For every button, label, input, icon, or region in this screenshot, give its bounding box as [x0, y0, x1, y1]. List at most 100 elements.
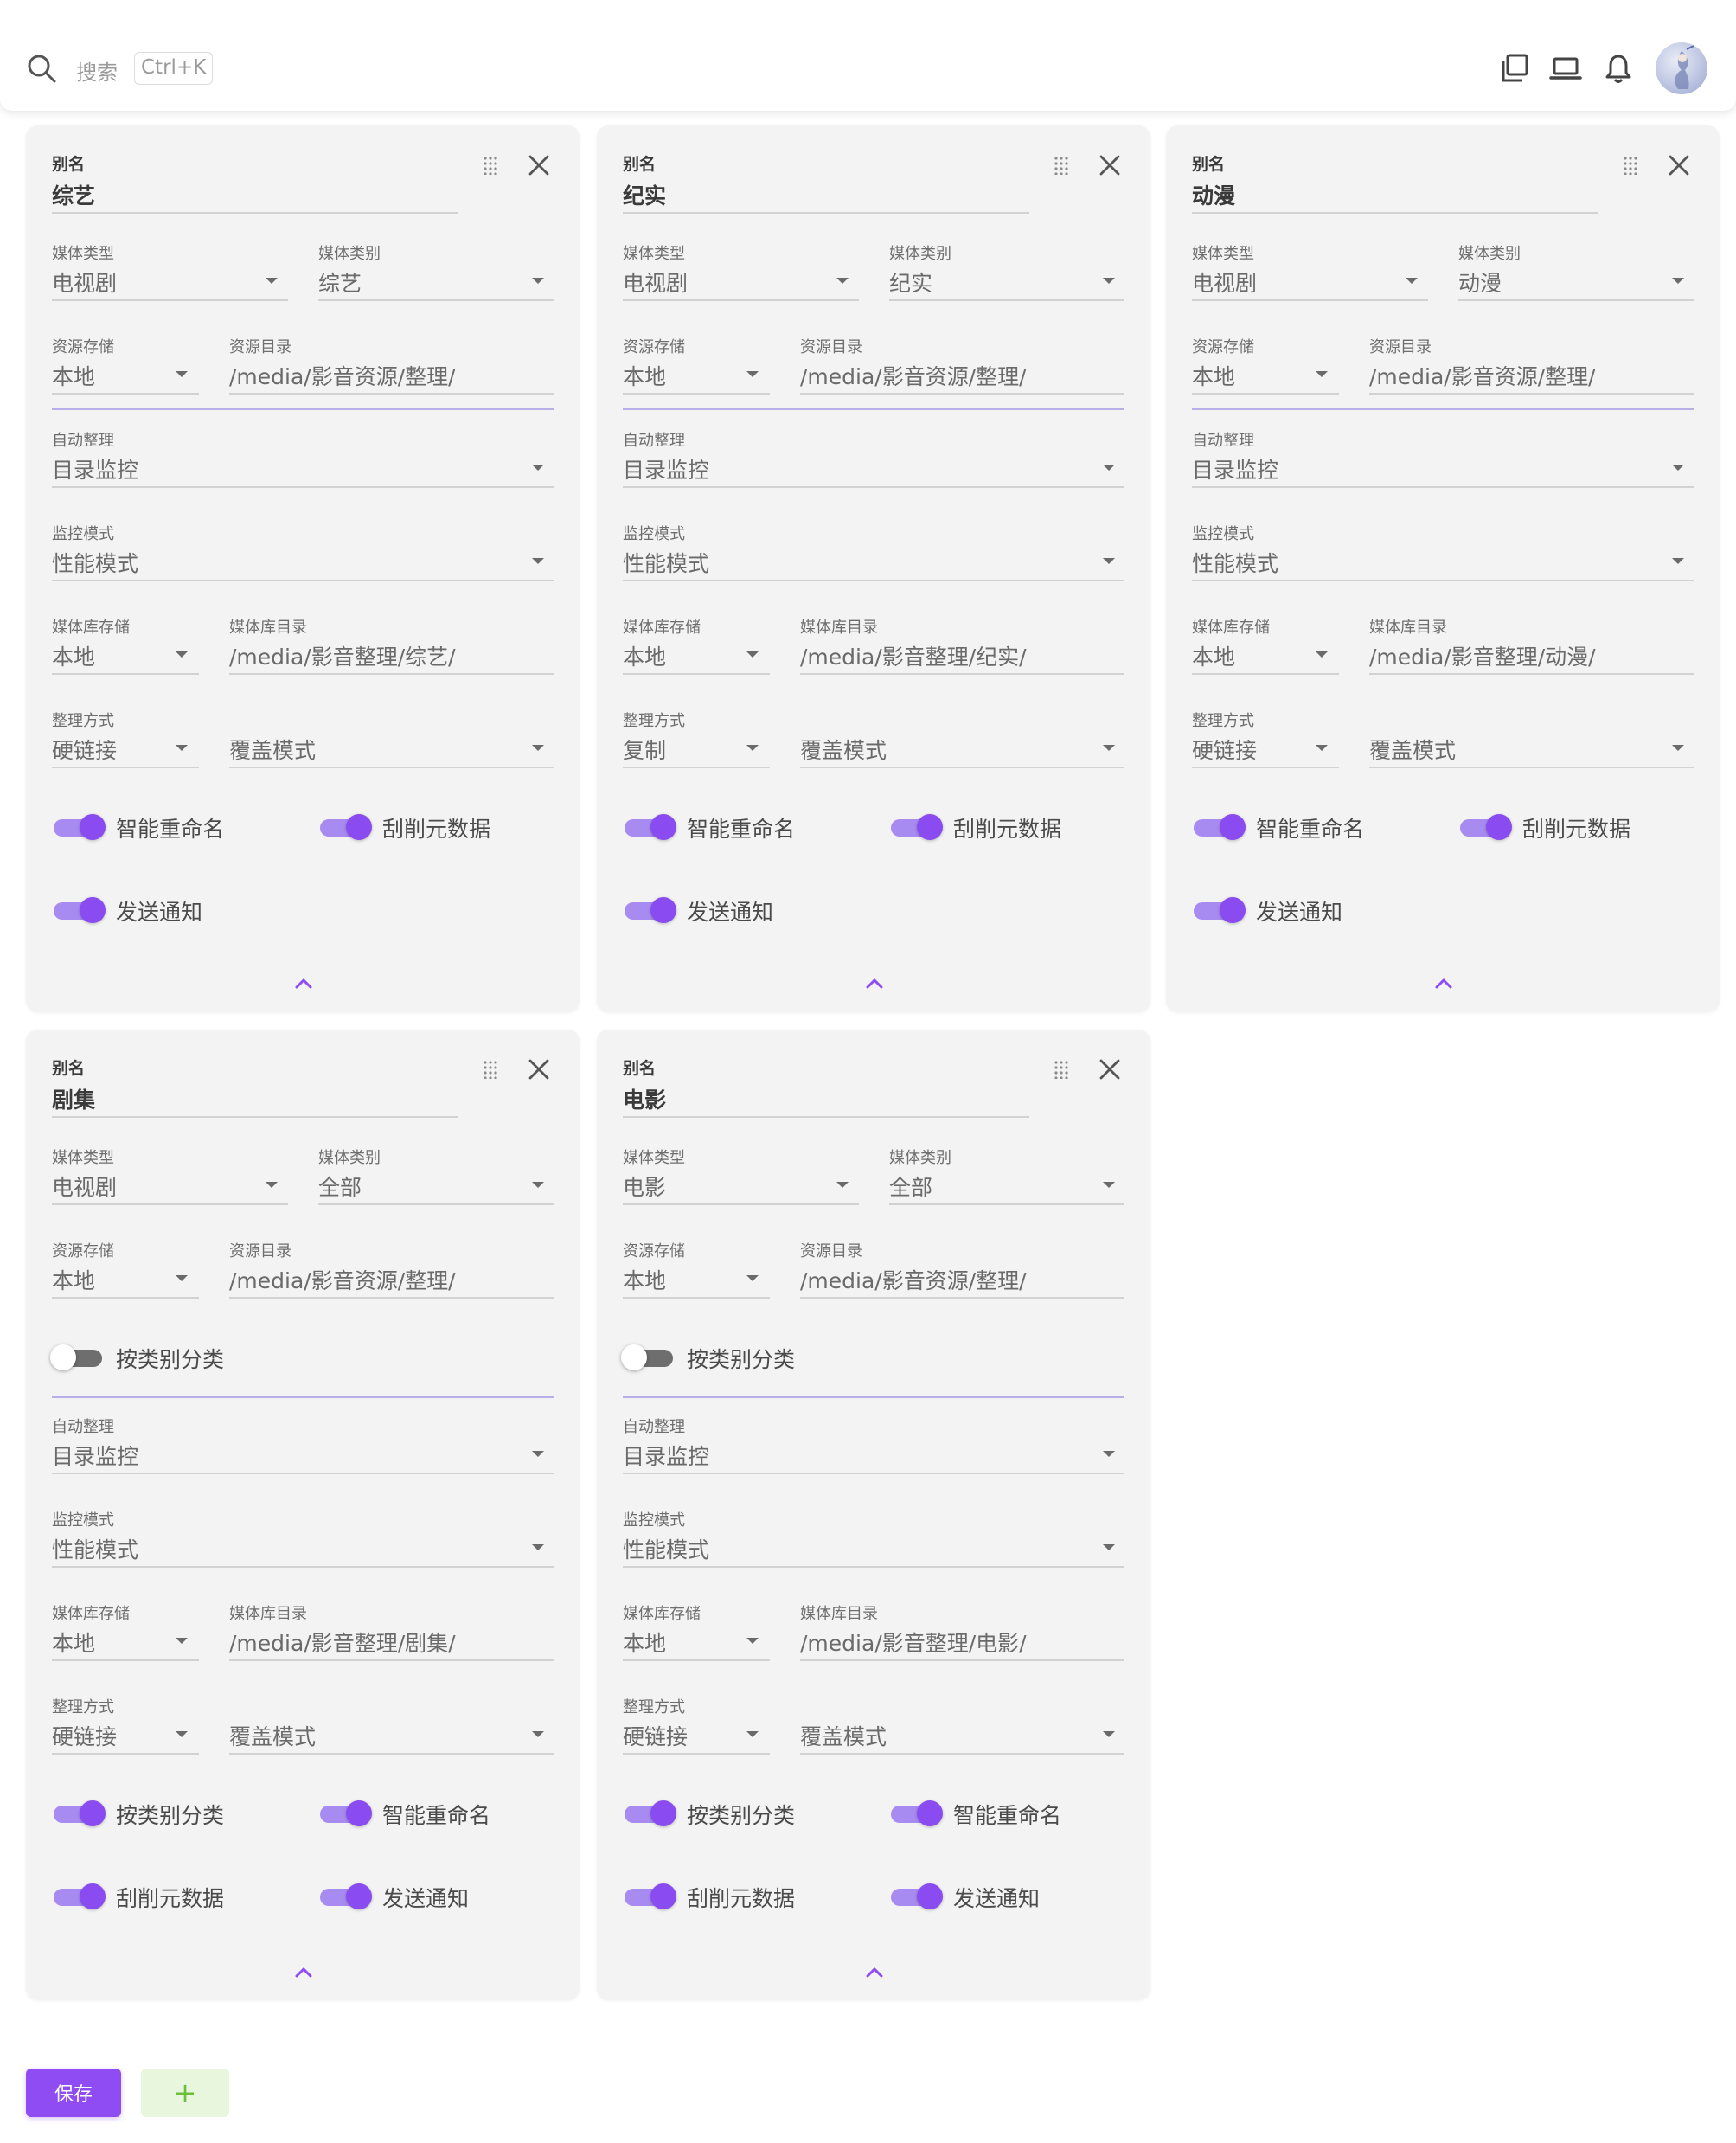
chevron-down-icon[interactable]: [532, 1451, 544, 1457]
alias-input[interactable]: 剧集: [52, 1083, 95, 1114]
source-dir-input[interactable]: /media/影音资源/整理/: [229, 360, 456, 391]
monitor-mode-select[interactable]: 性能模式: [52, 1533, 138, 1564]
chevron-down-icon[interactable]: [532, 1544, 544, 1550]
chevron-down-icon[interactable]: [1406, 278, 1418, 284]
source-storage-select[interactable]: 本地: [52, 360, 95, 391]
scrape-metadata-switch[interactable]: [889, 811, 943, 842]
scrape-metadata-switch[interactable]: [623, 1880, 676, 1911]
monitor-mode-select[interactable]: 性能模式: [623, 1533, 709, 1564]
media-category-select[interactable]: 综艺: [318, 266, 362, 298]
media-type-select[interactable]: 电视剧: [52, 266, 117, 298]
source-dir-input[interactable]: /media/影音资源/整理/: [1369, 360, 1596, 391]
close-icon[interactable]: [528, 1058, 550, 1081]
avatar[interactable]: [1656, 42, 1707, 94]
bell-icon[interactable]: [1602, 52, 1635, 85]
monitor-mode-select[interactable]: 性能模式: [52, 547, 138, 578]
smart-rename-switch[interactable]: [1192, 811, 1246, 842]
auto-organize-select[interactable]: 目录监控: [52, 1440, 138, 1471]
laptop-icon[interactable]: [1549, 52, 1582, 85]
window-stack-icon[interactable]: [1498, 52, 1531, 85]
overwrite-mode-select[interactable]: 覆盖模式: [1369, 734, 1456, 765]
scrape-metadata-switch[interactable]: [52, 1880, 106, 1911]
monitor-mode-select[interactable]: 性能模式: [623, 547, 709, 578]
source-storage-select[interactable]: 本地: [623, 360, 666, 391]
chevron-down-icon[interactable]: [1103, 278, 1115, 284]
chevron-down-icon[interactable]: [836, 1182, 849, 1188]
close-icon[interactable]: [1668, 154, 1690, 176]
chevron-down-icon[interactable]: [532, 278, 544, 284]
smart-rename-switch[interactable]: [889, 1797, 943, 1828]
chevron-down-icon[interactable]: [176, 1275, 188, 1281]
library-storage-select[interactable]: 本地: [52, 1626, 95, 1658]
smart-rename-switch[interactable]: [52, 811, 106, 842]
chevron-down-icon[interactable]: [1103, 1544, 1115, 1550]
library-dir-input[interactable]: /media/影音整理/电影/: [800, 1626, 1027, 1658]
chevron-down-icon[interactable]: [176, 371, 188, 377]
chevron-down-icon[interactable]: [1672, 745, 1684, 751]
drag-handle-icon[interactable]: [1054, 1060, 1069, 1079]
media-category-select[interactable]: 全部: [889, 1171, 932, 1202]
chevron-down-icon[interactable]: [1672, 278, 1684, 284]
overwrite-mode-select[interactable]: 覆盖模式: [229, 734, 316, 765]
media-category-select[interactable]: 全部: [318, 1171, 362, 1202]
drag-handle-icon[interactable]: [483, 1060, 498, 1079]
media-type-select[interactable]: 电视剧: [623, 266, 688, 298]
library-dir-input[interactable]: /media/影音整理/剧集/: [229, 1626, 456, 1658]
chevron-down-icon[interactable]: [1316, 371, 1328, 377]
library-dir-input[interactable]: /media/影音整理/纪实/: [800, 640, 1027, 671]
chevron-down-icon[interactable]: [1103, 1731, 1115, 1737]
source-dir-input[interactable]: /media/影音资源/整理/: [229, 1264, 456, 1295]
library-storage-select[interactable]: 本地: [52, 640, 95, 671]
close-icon[interactable]: [528, 154, 550, 176]
send-notification-switch[interactable]: [889, 1880, 943, 1911]
transfer-method-select[interactable]: 硬链接: [52, 734, 117, 765]
overwrite-mode-select[interactable]: 覆盖模式: [800, 1720, 887, 1751]
chevron-down-icon[interactable]: [176, 745, 188, 751]
smart-rename-switch[interactable]: [318, 1797, 372, 1828]
chevron-down-icon[interactable]: [532, 558, 544, 564]
source-storage-select[interactable]: 本地: [1192, 360, 1235, 391]
media-type-select[interactable]: 电影: [623, 1171, 666, 1202]
auto-organize-select[interactable]: 目录监控: [623, 1440, 709, 1471]
chevron-down-icon[interactable]: [746, 745, 759, 751]
alias-input[interactable]: 动漫: [1192, 179, 1235, 210]
chevron-down-icon[interactable]: [266, 278, 278, 284]
chevron-down-icon[interactable]: [746, 1275, 759, 1281]
media-category-select[interactable]: 动漫: [1458, 266, 1502, 298]
send-notification-switch[interactable]: [623, 894, 676, 925]
chevron-down-icon[interactable]: [1103, 1182, 1115, 1188]
transfer-method-select[interactable]: 硬链接: [52, 1720, 117, 1751]
chevron-down-icon[interactable]: [1672, 465, 1684, 471]
chevron-down-icon[interactable]: [1316, 745, 1328, 751]
chevron-down-icon[interactable]: [176, 651, 188, 658]
chevron-up-icon[interactable]: [865, 1967, 884, 1979]
library-storage-select[interactable]: 本地: [623, 640, 666, 671]
chevron-down-icon[interactable]: [1103, 1451, 1115, 1457]
chevron-down-icon[interactable]: [176, 1731, 188, 1737]
library-storage-select[interactable]: 本地: [1192, 640, 1235, 671]
drag-handle-icon[interactable]: [1623, 156, 1638, 175]
close-icon[interactable]: [1099, 154, 1121, 176]
drag-handle-icon[interactable]: [1054, 156, 1069, 175]
drag-handle-icon[interactable]: [483, 156, 498, 175]
source-dir-input[interactable]: /media/影音资源/整理/: [800, 360, 1027, 391]
chevron-down-icon[interactable]: [532, 1731, 544, 1737]
overwrite-mode-select[interactable]: 覆盖模式: [229, 1720, 316, 1751]
transfer-method-select[interactable]: 硬链接: [623, 1720, 688, 1751]
classify-by-category-switch[interactable]: [50, 1341, 104, 1372]
search-icon[interactable]: [26, 53, 57, 84]
library-storage-select[interactable]: 本地: [623, 1626, 666, 1658]
send-notification-switch[interactable]: [1192, 894, 1246, 925]
media-type-select[interactable]: 电视剧: [52, 1171, 117, 1202]
chevron-down-icon[interactable]: [1103, 465, 1115, 471]
chevron-down-icon[interactable]: [746, 1638, 759, 1644]
chevron-up-icon[interactable]: [865, 978, 884, 990]
chevron-down-icon[interactable]: [532, 465, 544, 471]
classify-by-category-switch[interactable]: [621, 1341, 675, 1372]
source-storage-select[interactable]: 本地: [52, 1264, 95, 1295]
chevron-down-icon[interactable]: [532, 1182, 544, 1188]
close-icon[interactable]: [1099, 1058, 1121, 1081]
source-storage-select[interactable]: 本地: [623, 1264, 666, 1295]
alias-input[interactable]: 电影: [623, 1083, 666, 1114]
chevron-down-icon[interactable]: [836, 278, 849, 284]
